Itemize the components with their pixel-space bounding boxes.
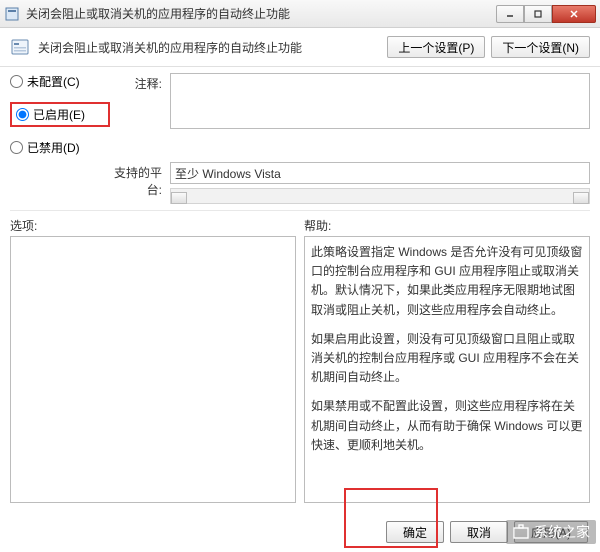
watermark-text: 系统之家	[534, 522, 590, 542]
window-controls	[496, 5, 596, 23]
previous-setting-button[interactable]: 上一个设置(P)	[387, 36, 485, 58]
watermark: 系统之家	[506, 520, 596, 544]
options-box[interactable]	[10, 236, 296, 503]
help-paragraph: 如果启用此设置，则没有可见顶级窗口且阻止或取消关机的控制台应用程序或 GUI 应…	[311, 330, 583, 388]
help-paragraph: 此策略设置指定 Windows 是否允许没有可见顶级窗口的控制台应用程序和 GU…	[311, 243, 583, 320]
radio-disabled-label: 已禁用(D)	[27, 139, 80, 156]
titlebar-title: 关闭会阻止或取消关机的应用程序的自动终止功能	[26, 5, 496, 22]
help-box[interactable]: 此策略设置指定 Windows 是否允许没有可见顶级窗口的控制台应用程序和 GU…	[304, 236, 590, 503]
radio-enabled-label: 已启用(E)	[33, 106, 85, 123]
radio-enabled[interactable]: 已启用(E)	[16, 106, 85, 123]
app-icon	[4, 6, 20, 22]
close-button[interactable]	[552, 5, 596, 23]
radio-not-configured-input[interactable]	[10, 75, 23, 88]
config-area: 未配置(C) 已启用(E) 已禁用(D) 注释: 支持的平台: 至少 Windo…	[0, 67, 600, 204]
policy-icon	[10, 37, 30, 57]
titlebar: 关闭会阻止或取消关机的应用程序的自动终止功能	[0, 0, 600, 28]
radio-not-configured[interactable]: 未配置(C)	[10, 73, 110, 90]
cancel-button[interactable]: 取消	[450, 521, 508, 543]
options-column: 选项:	[10, 217, 296, 503]
radio-disabled[interactable]: 已禁用(D)	[10, 139, 110, 156]
maximize-button[interactable]	[524, 5, 552, 23]
radio-disabled-input[interactable]	[10, 141, 23, 154]
separator	[10, 210, 590, 211]
comment-textarea[interactable]	[170, 73, 590, 129]
help-label: 帮助:	[304, 217, 590, 234]
platform-scrollbar[interactable]	[170, 188, 590, 204]
lower-area: 选项: 帮助: 此策略设置指定 Windows 是否允许没有可见顶级窗口的控制台…	[0, 213, 600, 503]
platform-value: 至少 Windows Vista	[170, 162, 590, 184]
next-setting-button[interactable]: 下一个设置(N)	[491, 36, 590, 58]
enabled-highlight: 已启用(E)	[10, 102, 110, 127]
watermark-icon	[512, 523, 530, 541]
radio-enabled-input[interactable]	[16, 108, 29, 121]
header-row: 关闭会阻止或取消关机的应用程序的自动终止功能 上一个设置(P) 下一个设置(N)	[0, 28, 600, 67]
comment-label: 注释:	[110, 73, 170, 92]
radio-not-configured-label: 未配置(C)	[27, 73, 80, 90]
help-paragraph: 如果禁用或不配置此设置，则这些应用程序将在关机期间自动终止，从而有助于确保 Wi…	[311, 397, 583, 455]
help-column: 帮助: 此策略设置指定 Windows 是否允许没有可见顶级窗口的控制台应用程序…	[304, 217, 590, 503]
header-title: 关闭会阻止或取消关机的应用程序的自动终止功能	[38, 39, 381, 56]
minimize-button[interactable]	[496, 5, 524, 23]
radio-column: 未配置(C) 已启用(E) 已禁用(D)	[10, 73, 110, 156]
options-label: 选项:	[10, 217, 296, 234]
platform-label: 支持的平台:	[110, 162, 170, 198]
ok-button[interactable]: 确定	[386, 521, 444, 543]
